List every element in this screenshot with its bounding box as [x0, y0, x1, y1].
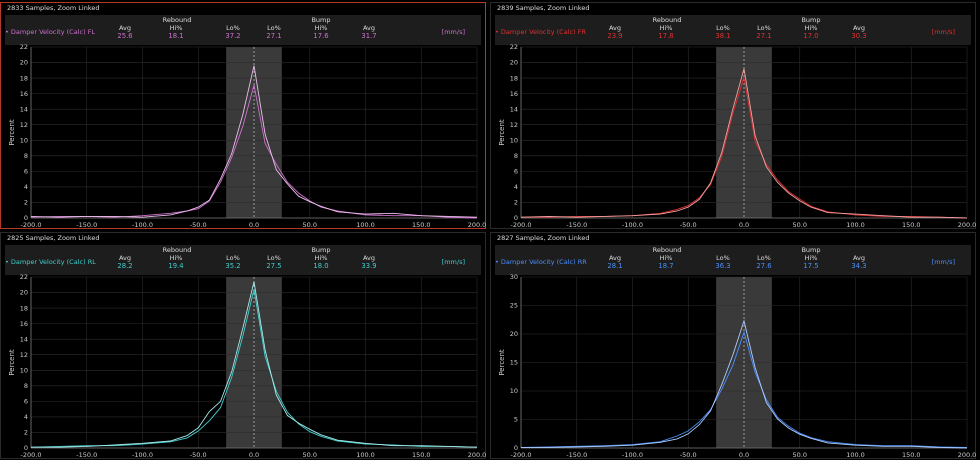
y-tick-label: 2	[24, 429, 28, 437]
x-tick-label: -100.0	[622, 221, 643, 229]
x-tick-label: 200.0	[468, 221, 487, 229]
x-tick-label: 50.0	[793, 451, 807, 459]
x-tick-label: 100.0	[846, 221, 865, 229]
x-tick-label: 150.0	[412, 221, 431, 229]
y-tick-label: 30	[510, 273, 518, 281]
y-axis-label: Percent	[498, 349, 506, 376]
histogram-plot[interactable]: 051015202530-200.0 -150.0 -100.0 -50.0 0.0 50…	[491, 233, 977, 460]
x-tick-label: 50.0	[303, 451, 317, 459]
x-tick-label: -50.0	[190, 451, 207, 459]
x-tick-label: 0.0	[739, 451, 749, 459]
x-tick-label: -100.0	[622, 451, 643, 459]
y-axis-label: Percent	[8, 349, 16, 376]
histogram-plot[interactable]: 0246810121416182022-200.0 -150.0 -100.0 -50…	[1, 3, 487, 230]
y-tick-label: 14	[20, 105, 28, 113]
x-tick-label: 50.0	[793, 221, 807, 229]
y-tick-label: 2	[514, 199, 518, 207]
x-tick-label: -200.0	[21, 221, 42, 229]
y-tick-label: 4	[24, 413, 28, 421]
y-tick-label: 15	[510, 359, 518, 367]
x-tick-label: 100.0	[356, 221, 375, 229]
x-tick-label: 0.0	[739, 221, 749, 229]
y-tick-label: 12	[20, 351, 28, 359]
y-tick-label: 10	[510, 387, 518, 395]
y-tick-label: 12	[20, 121, 28, 129]
x-tick-label: 100.0	[356, 451, 375, 459]
y-axis-label: Percent	[498, 119, 506, 146]
x-tick-label: -200.0	[511, 451, 532, 459]
y-tick-label: 4	[514, 183, 518, 191]
chart-panel-rr[interactable]: 2827 Samples, Zoom Linked Rebound Bump Avg…	[490, 232, 976, 459]
y-tick-label: 4	[24, 183, 28, 191]
x-tick-label: 200.0	[468, 451, 487, 459]
x-tick-label: 150.0	[902, 451, 921, 459]
y-tick-label: 16	[20, 320, 28, 328]
y-tick-label: 22	[20, 273, 28, 281]
chart-panel-rl[interactable]: 2825 Samples, Zoom Linked Rebound Bump Avg…	[0, 232, 486, 459]
x-tick-label: 200.0	[958, 451, 977, 459]
y-tick-label: 20	[510, 59, 518, 67]
y-tick-label: 20	[20, 59, 28, 67]
y-tick-label: 16	[20, 90, 28, 98]
x-tick-label: 200.0	[958, 221, 977, 229]
y-tick-label: 18	[20, 74, 28, 82]
y-tick-label: 18	[20, 304, 28, 312]
x-tick-label: 150.0	[412, 451, 431, 459]
y-tick-label: 10	[510, 136, 518, 144]
x-tick-label: -50.0	[680, 221, 697, 229]
y-tick-label: 6	[24, 398, 28, 406]
y-tick-label: 16	[510, 90, 518, 98]
x-tick-label: -50.0	[680, 451, 697, 459]
chart-panel-fl[interactable]: 2833 Samples, Zoom Linked Rebound Bump Avg…	[0, 2, 486, 229]
y-tick-label: 22	[20, 43, 28, 51]
y-tick-label: 6	[24, 168, 28, 176]
x-tick-label: -150.0	[566, 221, 587, 229]
y-tick-label: 14	[20, 335, 28, 343]
x-tick-label: 100.0	[846, 451, 865, 459]
x-tick-label: -100.0	[132, 221, 153, 229]
x-tick-label: 50.0	[303, 221, 317, 229]
x-tick-label: -150.0	[566, 451, 587, 459]
y-tick-label: 10	[20, 136, 28, 144]
y-tick-label: 18	[510, 74, 518, 82]
y-tick-label: 25	[510, 302, 518, 310]
y-tick-label: 8	[514, 152, 518, 160]
x-tick-label: 0.0	[249, 221, 259, 229]
x-tick-label: -100.0	[132, 451, 153, 459]
x-tick-label: -200.0	[21, 451, 42, 459]
y-tick-label: 20	[20, 289, 28, 297]
x-tick-label: -150.0	[76, 451, 97, 459]
y-axis-label: Percent	[8, 119, 16, 146]
x-tick-label: -50.0	[190, 221, 207, 229]
y-tick-label: 22	[510, 43, 518, 51]
y-tick-label: 14	[510, 105, 518, 113]
chart-panel-fr[interactable]: 2839 Samples, Zoom Linked Rebound Bump Avg…	[490, 2, 976, 229]
histogram-plot[interactable]: 0246810121416182022-200.0 -150.0 -100.0 -50…	[491, 3, 977, 230]
x-tick-label: -200.0	[511, 221, 532, 229]
y-tick-label: 10	[20, 366, 28, 374]
histogram-plot[interactable]: 0246810121416182022-200.0 -150.0 -100.0 -50…	[1, 233, 487, 460]
y-tick-label: 5	[514, 416, 518, 424]
x-tick-label: 150.0	[902, 221, 921, 229]
y-tick-label: 2	[24, 199, 28, 207]
y-tick-label: 8	[24, 152, 28, 160]
x-tick-label: 0.0	[249, 451, 259, 459]
y-tick-label: 20	[510, 330, 518, 338]
y-tick-label: 6	[514, 168, 518, 176]
x-tick-label: -150.0	[76, 221, 97, 229]
y-tick-label: 12	[510, 121, 518, 129]
y-tick-label: 8	[24, 382, 28, 390]
